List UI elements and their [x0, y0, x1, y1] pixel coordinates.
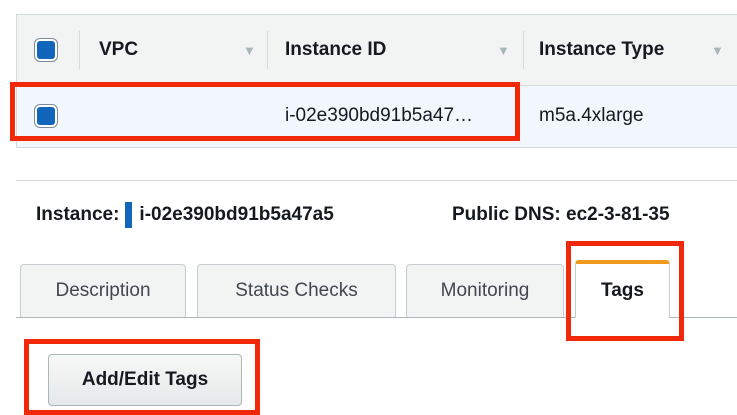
column-header-instance-id[interactable]: Instance ID: [285, 15, 386, 85]
add-edit-tags-button[interactable]: Add/Edit Tags: [48, 354, 242, 406]
public-dns: Public DNS: ec2-3-81-35: [452, 200, 670, 230]
column-separator: [267, 31, 268, 69]
column-header-vpc[interactable]: VPC: [99, 15, 138, 85]
instance-label: Instance:: [36, 204, 120, 225]
cell-instance-id: i-02e390bd91b5a47…: [285, 105, 474, 126]
tab-monitoring[interactable]: Monitoring: [406, 264, 564, 317]
row-checkbox-icon[interactable]: [35, 105, 57, 127]
public-dns-value: ec2-3-81-35: [566, 204, 670, 225]
instance-id-value: i-02e390bd91b5a47a5: [139, 204, 334, 225]
frame-top: [0, 0, 737, 14]
instance-summary: Instance: i-02e390bd91b5a47a5: [36, 200, 334, 230]
details-divider: [16, 180, 737, 181]
table-row[interactable]: i-02e390bd91b5a47… m5a.4xlarge: [16, 86, 737, 148]
select-all-checkbox-icon[interactable]: [35, 39, 57, 61]
table-header: VPC ▼ Instance ID ▼ Instance Type ▼: [16, 14, 737, 86]
frame-left: [0, 14, 16, 415]
column-separator: [523, 31, 524, 69]
cell-instance-type: m5a.4xlarge: [539, 105, 644, 126]
column-header-instance-type[interactable]: Instance Type: [539, 15, 664, 85]
sort-caret-icon[interactable]: ▼: [711, 15, 724, 85]
sort-caret-icon[interactable]: ▼: [243, 15, 256, 85]
tab-description[interactable]: Description: [20, 264, 186, 317]
tab-status-checks[interactable]: Status Checks: [197, 264, 396, 317]
sort-caret-icon[interactable]: ▼: [497, 15, 510, 85]
public-dns-label: Public DNS:: [452, 204, 561, 225]
instance-id-marker-icon: [125, 202, 133, 228]
column-separator: [79, 31, 80, 69]
tab-tags[interactable]: Tags: [575, 260, 670, 318]
